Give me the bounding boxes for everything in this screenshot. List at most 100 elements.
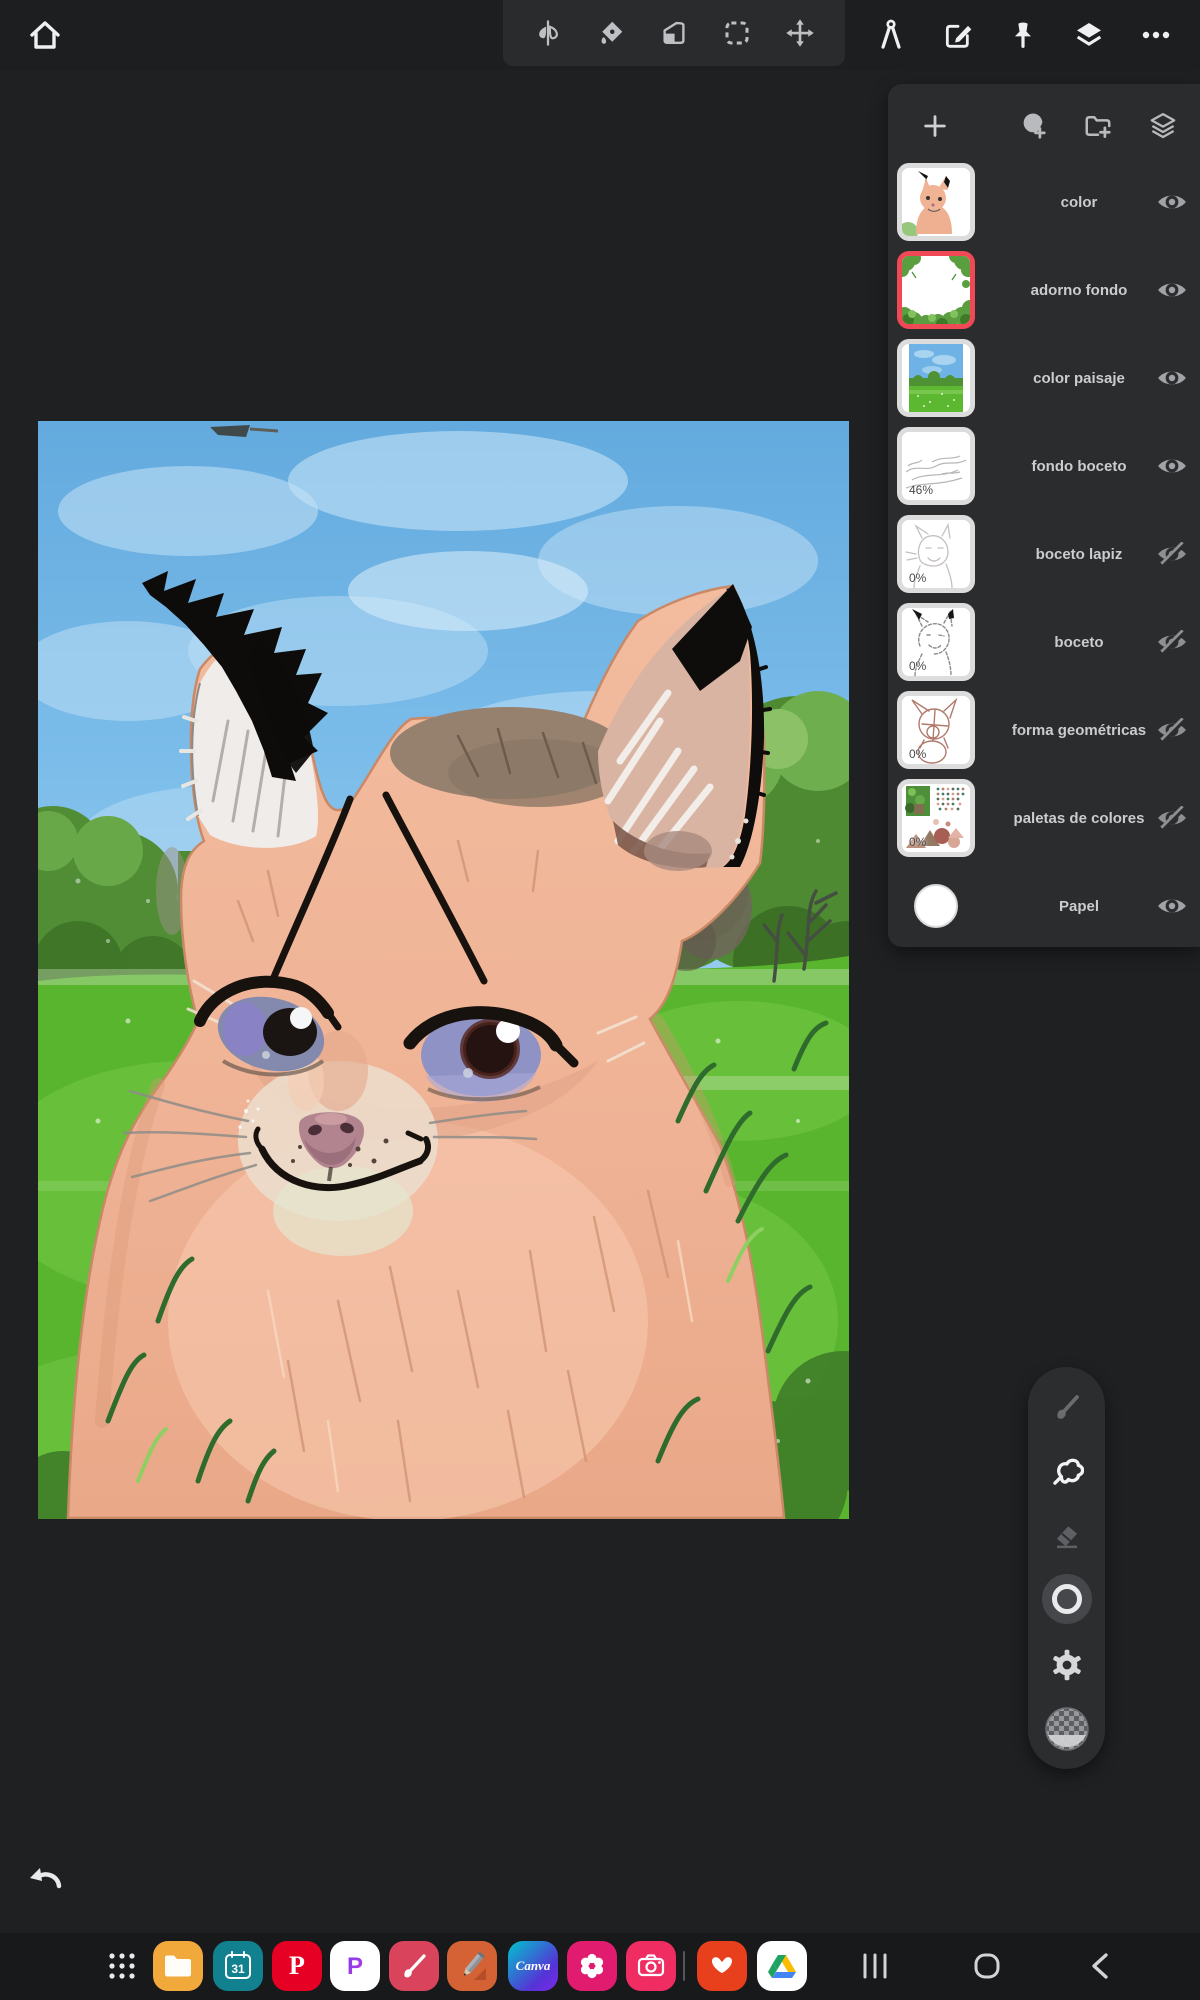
pinterest-app[interactable]: P [272, 1941, 322, 1991]
recents-icon [860, 1953, 890, 1979]
add-group-icon [1083, 111, 1113, 141]
layer-thumbnail-selected[interactable] [897, 251, 975, 329]
calendar-app[interactable]: 31 [213, 1941, 263, 1991]
recents-button[interactable] [845, 1941, 905, 1991]
layer-visibility-toggle[interactable] [1152, 714, 1192, 746]
sketch-app[interactable] [447, 1941, 497, 1991]
layer-row[interactable]: 0% paletas de colores [888, 774, 1200, 862]
layer-name: boceto lapiz [984, 510, 1174, 598]
layer-opacity: 0% [909, 747, 926, 761]
camera-app[interactable] [626, 1941, 676, 1991]
layer-visibility-toggle[interactable] [1152, 626, 1192, 658]
fill-tool-button[interactable] [589, 11, 633, 55]
layer-thumbnail[interactable]: 0% [897, 779, 975, 857]
layer-visibility-toggle[interactable] [1152, 538, 1192, 570]
layer-options-button[interactable] [1141, 104, 1185, 148]
brush-size-button[interactable] [1039, 1571, 1095, 1627]
penup-app[interactable]: P [330, 1941, 380, 1991]
layer-row[interactable]: 0% forma geométricas [888, 686, 1200, 774]
layer-visibility-toggle[interactable] [1152, 450, 1192, 482]
gradient-icon [659, 18, 689, 48]
eraser-tool-button[interactable] [1039, 1507, 1095, 1563]
layer-visibility-toggle[interactable] [1152, 802, 1192, 834]
layer-row[interactable]: color [888, 158, 1200, 246]
layer-visibility-toggle[interactable] [1152, 362, 1192, 394]
layer-visibility-toggle[interactable] [1152, 274, 1192, 306]
layer-opacity: 46% [909, 483, 933, 497]
canva-label: Canva [516, 1958, 551, 1974]
layer-opacity: 0% [909, 835, 926, 849]
video-app[interactable] [697, 1941, 747, 1991]
layer-name: color [984, 158, 1174, 246]
eye-open-icon [1156, 190, 1188, 214]
side-tool-palette [1028, 1367, 1105, 1769]
add-group-button[interactable] [1076, 104, 1120, 148]
my-files-app[interactable] [153, 1941, 203, 1991]
eye-closed-icon [1156, 542, 1188, 566]
drive-icon [768, 1953, 796, 1979]
caracal-painting [38, 421, 849, 1519]
add-layer-button[interactable] [913, 104, 957, 148]
compass-icon [874, 18, 908, 52]
drawing-canvas[interactable] [38, 421, 849, 1519]
color-picker-button[interactable] [1039, 1701, 1095, 1757]
eye-open-icon [1156, 894, 1188, 918]
google-drive-app[interactable] [757, 1941, 807, 1991]
selection-icon [722, 18, 752, 48]
color-puck [1044, 1706, 1090, 1752]
layer-options-icon [1148, 111, 1178, 141]
symmetry-tool-button[interactable] [526, 11, 570, 55]
layer-row[interactable]: Papel [888, 862, 1200, 950]
paint-app[interactable] [389, 1941, 439, 1991]
selection-tool-button[interactable] [715, 11, 759, 55]
brush-tool-button[interactable] [1039, 1379, 1095, 1435]
tool-settings-button[interactable] [1039, 1637, 1095, 1693]
undo-button[interactable] [22, 1856, 70, 1904]
layer-row[interactable]: color paisaje [888, 334, 1200, 422]
home-nav-button[interactable] [957, 1941, 1017, 1991]
more-options-button[interactable] [1134, 13, 1178, 57]
gradient-tool-button[interactable] [652, 11, 696, 55]
pinterest-letter: P [289, 1951, 305, 1981]
canva-app[interactable]: Canva [508, 1941, 558, 1991]
brush-size-ring [1041, 1573, 1093, 1625]
smudge-tool-button[interactable] [1039, 1443, 1095, 1499]
layer-thumbnail[interactable] [897, 339, 975, 417]
pin-icon [1007, 19, 1039, 51]
layer-visibility-toggle[interactable] [1152, 890, 1192, 922]
undo-arrow-icon [26, 1862, 66, 1898]
home-button[interactable] [23, 13, 67, 57]
pin-button[interactable] [1001, 13, 1045, 57]
guides-button[interactable] [869, 13, 913, 57]
tool-mode-toolbar [503, 0, 845, 66]
transform-tool-button[interactable] [778, 11, 822, 55]
app-drawer-button[interactable] [97, 1941, 147, 1991]
layer-opacity: 0% [909, 659, 926, 673]
new-canvas-button[interactable] [936, 13, 980, 57]
layer-thumbnail[interactable]: 0% [897, 603, 975, 681]
layer-name: Papel [984, 862, 1174, 950]
layer-opacity: 0% [909, 571, 926, 585]
layer-thumbnail[interactable] [897, 163, 975, 241]
flower-icon [577, 1951, 607, 1981]
layer-visibility-toggle[interactable] [1152, 186, 1192, 218]
add-fill-layer-button[interactable] [1011, 104, 1055, 148]
add-icon [921, 112, 949, 140]
gallery-app[interactable] [567, 1941, 617, 1991]
dock-separator [683, 1951, 685, 1981]
layers-panel-button[interactable] [1067, 13, 1111, 57]
layer-row[interactable]: 0% boceto [888, 598, 1200, 686]
edit-icon [942, 19, 974, 51]
layer-row[interactable]: 46% fondo boceto [888, 422, 1200, 510]
layer-row[interactable]: 0% boceto lapiz [888, 510, 1200, 598]
layer-thumbnail[interactable]: 0% [897, 515, 975, 593]
back-button[interactable] [1070, 1941, 1130, 1991]
top-toolbar [0, 0, 1200, 70]
layer-thumbnail[interactable]: 46% [897, 427, 975, 505]
eraser-icon [1052, 1520, 1082, 1550]
eye-closed-icon [1156, 718, 1188, 742]
paper-layer-thumbnail[interactable] [914, 884, 958, 928]
eye-open-icon [1156, 278, 1188, 302]
layer-thumbnail[interactable]: 0% [897, 691, 975, 769]
layer-row[interactable]: adorno fondo [888, 246, 1200, 334]
